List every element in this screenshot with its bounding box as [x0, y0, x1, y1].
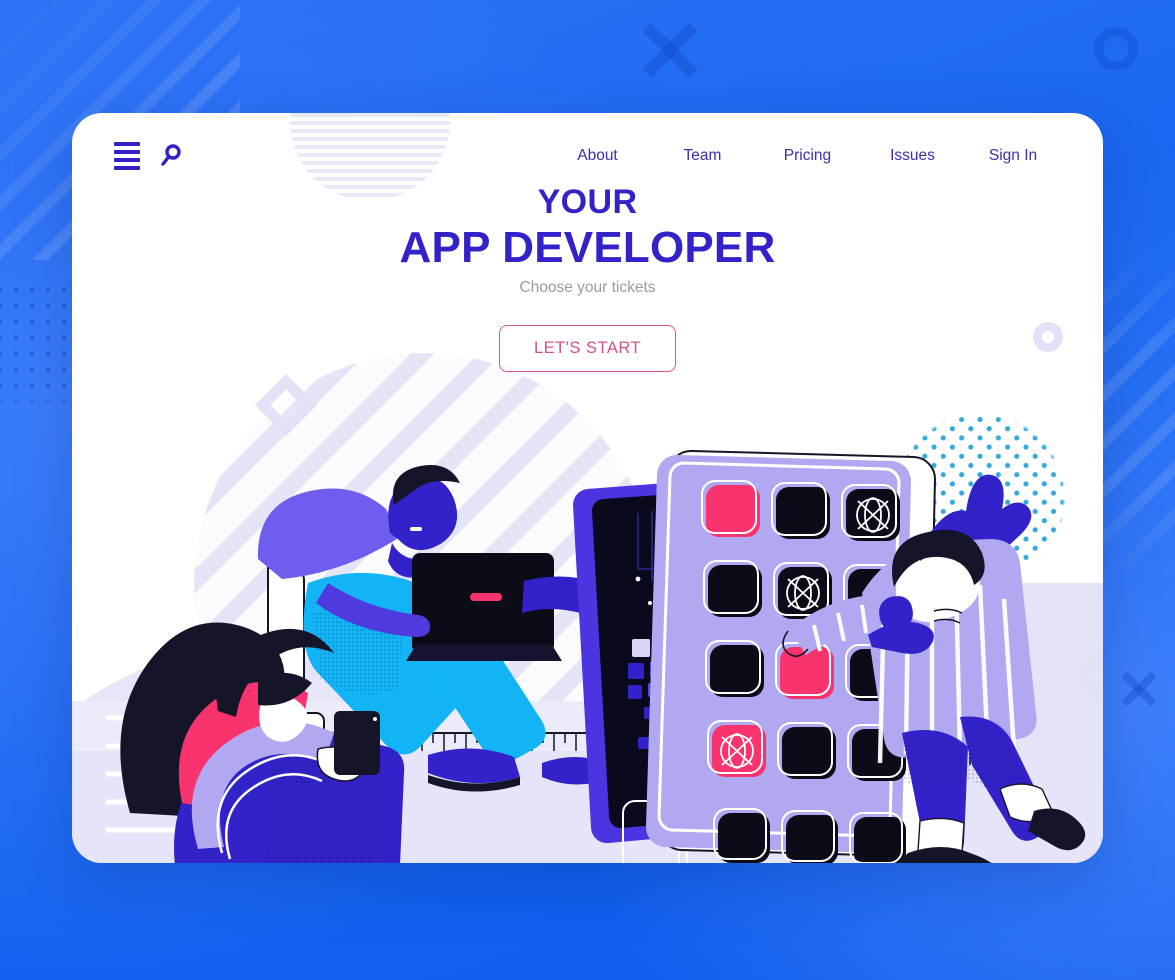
dot-grid-left [0, 282, 70, 402]
cross-icon-top [637, 17, 703, 83]
hero-subtitle: Choose your tickets [519, 278, 656, 296]
target-glyph [786, 575, 820, 611]
hamburger-icon[interactable] [112, 140, 142, 172]
nav-item-sign-in[interactable]: Sign In [965, 141, 1061, 171]
hero-section: YOUR APP DEVELOPER Choose your tickets L… [72, 184, 1103, 372]
nav-item-pricing[interactable]: Pricing [755, 141, 860, 171]
search-icon[interactable] [160, 144, 182, 168]
white-dot-grid [588, 799, 780, 841]
header-left-icons [112, 140, 182, 172]
nav-item-team[interactable]: Team [650, 141, 755, 171]
nav-item-issues[interactable]: Issues [860, 141, 965, 171]
hero-card: About Team Pricing Issues Sign In YOUR A… [72, 113, 1103, 863]
main-navigation: About Team Pricing Issues Sign In [545, 141, 1061, 171]
cross-icon-bottom-right [1118, 668, 1160, 710]
page-root: About Team Pricing Issues Sign In YOUR A… [0, 0, 1175, 980]
nav-item-about[interactable]: About [545, 141, 650, 171]
lets-start-button[interactable]: LET'S START [498, 324, 677, 372]
page-title: APP DEVELOPER [399, 222, 776, 272]
ring-icon-top-right [1094, 27, 1138, 71]
site-header: About Team Pricing Issues Sign In [72, 113, 1103, 199]
